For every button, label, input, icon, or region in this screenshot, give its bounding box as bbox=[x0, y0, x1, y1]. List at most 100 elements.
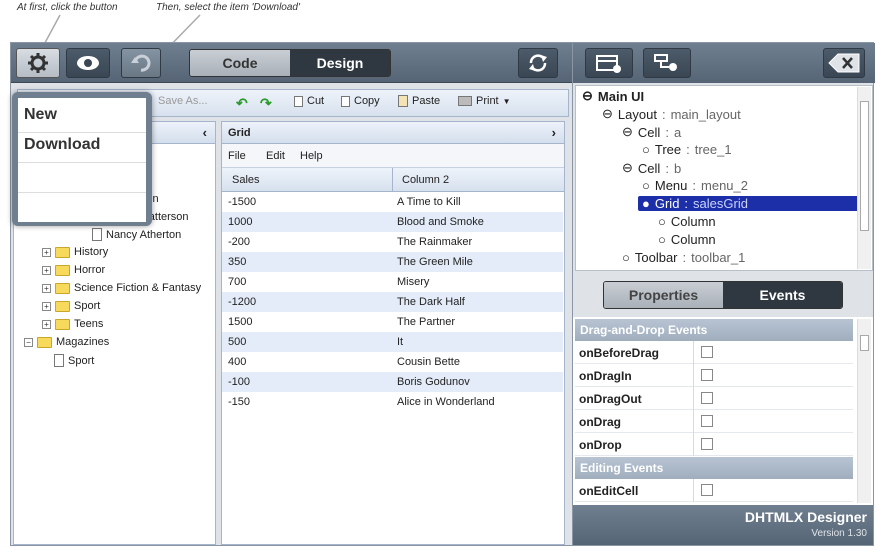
event-label: onEditCell bbox=[579, 484, 639, 498]
event-checkbox[interactable] bbox=[701, 484, 713, 496]
tab-events[interactable]: Events bbox=[723, 282, 842, 308]
expand-icon[interactable]: + bbox=[42, 319, 51, 329]
code-tab[interactable]: Code bbox=[190, 50, 290, 76]
settings-button[interactable] bbox=[16, 48, 60, 78]
menu-help[interactable]: Help bbox=[300, 150, 323, 162]
expand-icon[interactable]: + bbox=[42, 247, 51, 257]
event-checkbox[interactable] bbox=[701, 438, 713, 450]
tree-item[interactable]: + Teens bbox=[42, 318, 103, 330]
table-row[interactable]: -200 The Rainmaker bbox=[222, 232, 563, 252]
save-as-button[interactable]: Save As... bbox=[158, 95, 208, 107]
version-text: Version 1.30 bbox=[811, 528, 867, 539]
node-id: main_layout bbox=[670, 106, 741, 122]
event-separator bbox=[693, 479, 694, 502]
tree-item[interactable]: + Horror bbox=[42, 264, 105, 276]
copy-button[interactable]: Copy bbox=[341, 95, 380, 107]
node-bullet-icon: ⊖ bbox=[622, 124, 633, 139]
collapse-right-icon[interactable]: › bbox=[552, 125, 556, 140]
events-scroll-thumb[interactable] bbox=[860, 335, 869, 351]
node-separator: : bbox=[682, 250, 687, 265]
cell-sales: 500 bbox=[228, 336, 247, 348]
tab-properties[interactable]: Properties bbox=[604, 282, 723, 308]
event-checkbox[interactable] bbox=[701, 392, 713, 404]
tree-minus-icon: ⊖ bbox=[582, 88, 593, 103]
cell-title: The Dark Half bbox=[397, 296, 465, 308]
refresh-button[interactable] bbox=[518, 48, 558, 78]
structure-node[interactable]: ○ Menu: menu_2 bbox=[642, 178, 748, 193]
table-row[interactable]: 1500 The Partner bbox=[222, 312, 563, 332]
tree-item[interactable]: Sport bbox=[54, 354, 94, 367]
events-scrollbar[interactable] bbox=[857, 319, 871, 503]
table-row[interactable]: 700 Misery bbox=[222, 272, 563, 292]
table-row[interactable]: 500 It bbox=[222, 332, 563, 352]
table-row[interactable]: 400 Cousin Bette bbox=[222, 352, 563, 372]
folder-icon bbox=[37, 336, 52, 348]
document-icon bbox=[92, 228, 102, 241]
tree-item[interactable]: + Sport bbox=[42, 300, 100, 312]
paste-button[interactable]: Paste bbox=[398, 95, 440, 107]
node-bullet-icon: ○ bbox=[658, 232, 666, 247]
grid-title: Grid bbox=[228, 127, 251, 139]
menu-file[interactable]: File bbox=[228, 150, 246, 162]
table-row[interactable]: -150 Alice in Wonderland bbox=[222, 392, 563, 412]
table-row[interactable]: -1500 A Time to Kill bbox=[222, 192, 563, 212]
structure-panel: ⊖ Main UI ⊖ Layout: main_layout ⊖ Cell: a ○ Tree… bbox=[572, 42, 875, 546]
tree-item-label: Horror bbox=[74, 264, 106, 276]
delete-button[interactable] bbox=[823, 48, 865, 78]
node-bullet-icon: ⊖ bbox=[622, 160, 633, 175]
structure-node[interactable]: ○ Toolbar: toolbar_1 bbox=[622, 250, 745, 265]
events-list: Drag-and-Drop Events onBeforeDrag onDragI… bbox=[573, 317, 873, 505]
table-row[interactable]: 350 The Green Mile bbox=[222, 252, 563, 272]
tree-item-label: Sport bbox=[74, 300, 101, 312]
preview-button[interactable] bbox=[66, 48, 110, 78]
add-child-button[interactable] bbox=[643, 48, 691, 78]
event-checkbox[interactable] bbox=[701, 346, 713, 358]
structure-node[interactable]: ○ Column bbox=[658, 232, 716, 247]
collapse-left-icon[interactable]: ‹ bbox=[203, 125, 207, 140]
tree-item[interactable]: Nancy Atherton bbox=[92, 228, 181, 241]
table-row[interactable]: 1000 Blood and Smoke bbox=[222, 212, 563, 232]
tree-item[interactable]: − Magazines bbox=[24, 336, 109, 348]
column-header-2[interactable]: Column 2 bbox=[402, 174, 449, 186]
structure-node[interactable]: ● Grid: salesGrid bbox=[638, 196, 860, 211]
structure-node[interactable]: ⊕ Popups bbox=[582, 268, 642, 270]
column-header-sales[interactable]: Sales bbox=[232, 174, 260, 186]
add-component-button[interactable] bbox=[585, 48, 633, 78]
tree-scrollbar[interactable] bbox=[857, 87, 871, 269]
tree-root[interactable]: ⊖ Main UI bbox=[582, 88, 644, 104]
cell-title: The Green Mile bbox=[397, 256, 473, 268]
print-button[interactable]: Print ▼ bbox=[458, 95, 511, 107]
add-node-icon bbox=[654, 54, 677, 71]
collapse-icon[interactable]: − bbox=[24, 337, 33, 347]
expand-icon[interactable]: + bbox=[42, 301, 51, 311]
event-checkbox[interactable] bbox=[701, 369, 713, 381]
expand-icon[interactable]: + bbox=[42, 265, 51, 275]
undo-button[interactable] bbox=[121, 48, 161, 78]
cell-sales: -200 bbox=[228, 236, 251, 248]
structure-node[interactable]: ○ Column bbox=[658, 214, 716, 229]
folder-icon bbox=[55, 282, 70, 294]
tree-item[interactable]: + Science Fiction & Fantasy bbox=[42, 282, 201, 294]
tree-item[interactable]: + History bbox=[42, 246, 108, 258]
table-row[interactable]: -100 Boris Godunov bbox=[222, 372, 563, 392]
structure-node[interactable]: ⊖ Layout: main_layout bbox=[602, 106, 741, 122]
expand-icon[interactable]: + bbox=[42, 283, 51, 293]
node-id: tree_1 bbox=[694, 142, 732, 157]
undo-arrow-button[interactable]: ↶ bbox=[236, 95, 248, 112]
menu-item-new[interactable]: New bbox=[24, 106, 57, 124]
menu-item-download[interactable]: Download bbox=[24, 136, 100, 154]
green-undo-icon: ↶ bbox=[236, 95, 248, 111]
event-separator bbox=[693, 341, 694, 364]
table-row[interactable]: -1200 The Dark Half bbox=[222, 292, 563, 312]
redo-arrow-button[interactable]: ↷ bbox=[260, 95, 272, 112]
cut-button[interactable]: Cut bbox=[294, 95, 324, 107]
structure-node[interactable]: ○ Tree: tree_1 bbox=[642, 142, 732, 157]
tree-scroll-thumb[interactable] bbox=[860, 101, 869, 231]
popup-divider-2 bbox=[18, 162, 146, 163]
paste-label: Paste bbox=[412, 95, 441, 107]
event-checkbox[interactable] bbox=[701, 415, 713, 427]
menu-edit[interactable]: Edit bbox=[266, 150, 285, 162]
structure-node[interactable]: ⊖ Cell: a bbox=[622, 124, 681, 140]
design-tab[interactable]: Design bbox=[290, 50, 390, 76]
structure-node[interactable]: ⊖ Cell: b bbox=[622, 160, 681, 176]
